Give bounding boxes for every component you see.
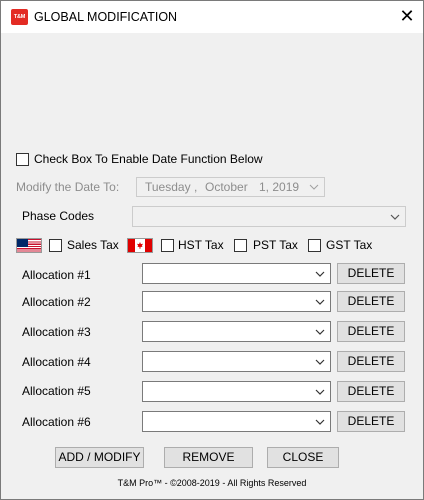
title-bar: T&M GLOBAL MODIFICATION ✕ xyxy=(1,1,423,33)
modify-date-label: Modify the Date To: xyxy=(16,180,120,194)
allocation-5-select[interactable] xyxy=(142,381,331,402)
enable-date-checkbox[interactable] xyxy=(16,153,29,166)
allocation-1-select[interactable] xyxy=(142,263,331,284)
date-picker[interactable]: Tuesday , October 1, 2019 xyxy=(136,177,325,197)
sales-tax-checkbox[interactable] xyxy=(49,239,62,252)
allocation-2-label: Allocation #2 xyxy=(22,295,91,309)
add-modify-button[interactable]: ADD / MODIFY xyxy=(55,447,144,468)
hst-tax-label: HST Tax xyxy=(178,238,224,252)
window-title: GLOBAL MODIFICATION xyxy=(34,10,178,24)
chevron-down-icon xyxy=(309,184,319,190)
delete-allocation-3-button[interactable]: DELETE xyxy=(337,321,405,342)
chevron-down-icon xyxy=(315,419,325,425)
app-logo-icon: T&M xyxy=(11,9,28,25)
sales-tax-label: Sales Tax xyxy=(67,238,119,252)
close-window-button[interactable]: ✕ xyxy=(391,1,423,33)
gst-tax-checkbox[interactable] xyxy=(308,239,321,252)
allocation-5-label: Allocation #5 xyxy=(22,384,91,398)
allocation-4-select[interactable] xyxy=(142,351,331,372)
phase-codes-label: Phase Codes xyxy=(22,209,95,223)
chevron-down-icon xyxy=(390,214,400,220)
allocation-3-label: Allocation #3 xyxy=(22,325,91,339)
pst-tax-label: PST Tax xyxy=(253,238,298,252)
chevron-down-icon xyxy=(315,271,325,277)
allocation-4-label: Allocation #4 xyxy=(22,355,91,369)
canada-flag-icon xyxy=(127,238,153,253)
allocation-6-label: Allocation #6 xyxy=(22,415,91,429)
copyright-footer: T&M Pro™ - ©2008-2019 - All Rights Reser… xyxy=(117,478,307,488)
phase-codes-select[interactable] xyxy=(132,206,406,227)
chevron-down-icon xyxy=(315,359,325,365)
delete-allocation-4-button[interactable]: DELETE xyxy=(337,351,405,372)
enable-date-label: Check Box To Enable Date Function Below xyxy=(34,152,263,166)
chevron-down-icon xyxy=(315,299,325,305)
delete-allocation-1-button[interactable]: DELETE xyxy=(337,263,405,284)
pst-tax-checkbox[interactable] xyxy=(234,239,247,252)
close-icon: ✕ xyxy=(399,6,415,26)
chevron-down-icon xyxy=(315,389,325,395)
allocation-3-select[interactable] xyxy=(142,321,331,342)
close-button[interactable]: CLOSE xyxy=(267,447,339,468)
gst-tax-label: GST Tax xyxy=(326,238,373,252)
hst-tax-checkbox[interactable] xyxy=(161,239,174,252)
delete-allocation-6-button[interactable]: DELETE xyxy=(337,411,405,432)
allocation-6-select[interactable] xyxy=(142,411,331,432)
date-weekday: Tuesday xyxy=(145,180,191,194)
delete-allocation-5-button[interactable]: DELETE xyxy=(337,381,405,402)
delete-allocation-2-button[interactable]: DELETE xyxy=(337,291,405,312)
allocation-1-label: Allocation #1 xyxy=(22,268,91,282)
date-month: October xyxy=(205,180,248,194)
global-modification-window: T&M GLOBAL MODIFICATION ✕ Check Box To E… xyxy=(0,0,424,500)
remove-button[interactable]: REMOVE xyxy=(164,447,253,468)
chevron-down-icon xyxy=(315,329,325,335)
date-separator: , xyxy=(194,180,198,194)
date-day-year: 1, 2019 xyxy=(259,180,300,194)
allocation-2-select[interactable] xyxy=(142,291,331,312)
us-flag-icon xyxy=(16,238,42,253)
